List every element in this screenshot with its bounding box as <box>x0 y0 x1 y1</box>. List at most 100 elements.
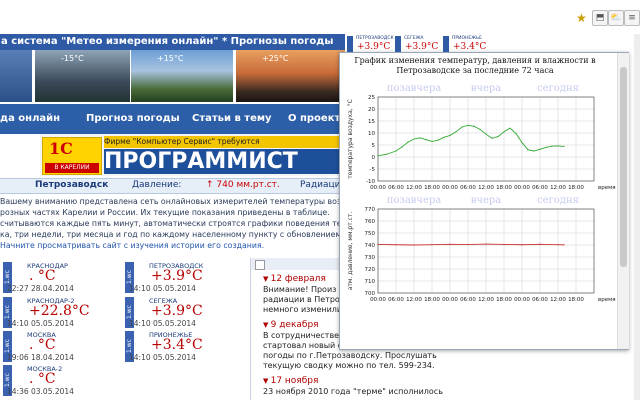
bookmark-star-icon[interactable]: ★ <box>576 12 587 24</box>
data-point <box>461 126 463 128</box>
data-point <box>377 155 379 157</box>
x-tick-label: 06:00 <box>532 185 548 191</box>
banner-title: а система "Метео измерения онлайн" * Про… <box>1 36 334 47</box>
photo-temp: +25°C <box>262 54 289 63</box>
intro-line-history-link[interactable]: Начните просматривать сайт с изучения ис… <box>0 240 345 251</box>
data-point <box>527 149 529 151</box>
news-date[interactable]: 12 февраля <box>263 274 326 284</box>
browser-menu-icon[interactable]: ≡ <box>624 10 640 26</box>
browser-toolbar: ★ ⬒ ⛅ ≡ <box>0 0 640 34</box>
day-label: позавчера <box>387 83 442 94</box>
station-temp: +22.8°C <box>29 303 90 319</box>
badge-name: ПРИОНЕЖЬЕ <box>452 36 483 41</box>
x-tick-label: 12:00 <box>406 185 422 191</box>
data-point <box>503 131 505 133</box>
badge-tag <box>395 36 401 52</box>
data-point <box>491 137 493 139</box>
y-tick-label: 25 <box>368 95 375 101</box>
meteo-extension-icon[interactable]: ⛅ <box>608 10 624 26</box>
y-tick-label: 15 <box>368 119 375 125</box>
y-tick-label: 740 <box>365 243 376 249</box>
station-card[interactable]: 1.wc КРАСНОДАР-2 +22.8°C 14:10 05.05.201… <box>3 297 113 328</box>
x-tick-label: 00:00 <box>442 185 458 191</box>
ad-strip: Фирме "Компьютер Сервис" требуются <box>104 136 345 148</box>
data-point <box>521 142 523 144</box>
data-point <box>425 139 427 141</box>
y-tick-label: 750 <box>365 231 376 237</box>
y-tick-label: 770 <box>365 207 376 213</box>
news-date[interactable]: 17 ноября <box>263 376 319 386</box>
data-point <box>386 153 388 155</box>
photo-strip: -15°C +15°C +25°C <box>0 50 345 102</box>
station-card[interactable]: 1.wc СЕГЕЖА +3.9°C 14:10 05.05.2014 <box>125 297 235 328</box>
news-line: текущую сводку можно по тел. 599-234. <box>263 361 435 370</box>
x-tick-label: 12:00 <box>478 185 494 191</box>
x-tick-label: 12:00 <box>550 297 566 303</box>
nav-online[interactable]: да онлайн <box>0 113 60 124</box>
day-label: сегодня <box>537 83 579 94</box>
station-card[interactable]: 1.wc МОСКВА-2 . °C 14:36 03.05.2014 <box>3 365 113 396</box>
station-card[interactable]: 1.wc КРАСНОДАР . °C 22:27 28.04.2014 <box>3 262 113 293</box>
station-time: 14:10 05.05.2014 <box>129 284 196 293</box>
station-card[interactable]: 1.wc МОСКВА . °C 19:06 18.04.2014 <box>3 331 113 362</box>
charts-svg: позавчера вчера сегодня-10-5051015202500:0… <box>347 83 616 303</box>
x-tick-label: 12:00 <box>550 185 566 191</box>
data-point <box>443 136 445 138</box>
data-point <box>455 131 457 133</box>
logo-sub: В КАРЕЛИИ <box>45 163 99 173</box>
advertisement-banner[interactable]: 1С В КАРЕЛИИ Фирме "Компьютер Сервис" тр… <box>40 134 345 176</box>
data-point <box>401 146 403 148</box>
nav-about[interactable]: О проект <box>288 113 340 124</box>
data-point <box>467 124 469 126</box>
badge-temp: +3.9°C <box>405 42 439 52</box>
station-time: 14:10 05.05.2014 <box>7 319 74 328</box>
news-date[interactable]: 9 декабря <box>263 320 319 330</box>
y-tick-label: 730 <box>365 255 376 261</box>
y-axis-label: атм. давление, мм.рт.ст. <box>347 212 354 291</box>
photo-cold: -15°C <box>35 50 130 102</box>
badge-name: СЕГЕЖА <box>404 36 424 41</box>
station-time: 19:06 18.04.2014 <box>7 353 74 362</box>
popup-scrollbar[interactable] <box>617 53 629 349</box>
nav-forecast[interactable]: Прогноз погоды <box>86 113 180 124</box>
station-time: 14:10 05.05.2014 <box>129 353 196 362</box>
day-label: вчера <box>471 83 502 94</box>
x-tick-label: 12:00 <box>406 297 422 303</box>
x-tick-label: 00:00 <box>370 297 386 303</box>
page-scrollbar[interactable] <box>634 34 640 400</box>
data-point <box>533 150 535 152</box>
data-point <box>449 134 451 136</box>
x-tick-label: 00:00 <box>370 185 386 191</box>
x-tick-label: 06:00 <box>388 185 404 191</box>
badge-tag <box>443 36 449 52</box>
data-point <box>413 244 415 246</box>
x-tick-label: 00:00 <box>514 297 530 303</box>
data-point <box>479 128 481 130</box>
station-card[interactable]: 1.wc ПЕТРОЗАВОДСК +3.9°C 14:10 05.05.201… <box>125 262 235 293</box>
data-point <box>449 243 451 245</box>
popup-scroll-thumb[interactable] <box>620 67 627 267</box>
extension-icon[interactable]: ⬒ <box>592 10 608 26</box>
station-card[interactable]: 1.wc ПРИОНЕЖЬЕ +3.4°C 14:10 05.05.2014 <box>125 331 235 362</box>
x-tick-label: 18:00 <box>424 185 440 191</box>
x-tick-label: 18:00 <box>496 185 512 191</box>
badge[interactable]: ПРИОНЕЖЬЕ +3.4°C <box>443 36 487 52</box>
y-tick-label: 720 <box>365 267 376 273</box>
data-point <box>497 136 499 138</box>
x-tick-label: 06:00 <box>460 297 476 303</box>
data-point <box>539 148 541 150</box>
badge[interactable]: ПЕТРОЗАВОДСК +3.9°C <box>347 36 394 52</box>
data-point <box>509 127 511 129</box>
data-point <box>551 145 553 147</box>
x-tick-label: 12:00 <box>478 297 494 303</box>
nav-articles[interactable]: Статьи в тему <box>192 113 272 124</box>
series-line <box>377 124 565 157</box>
x-tick-label: 18:00 <box>496 297 512 303</box>
data-point <box>419 137 421 139</box>
site-banner: а система "Метео измерения онлайн" * Про… <box>0 34 345 50</box>
checkbox-icon[interactable] <box>255 260 265 270</box>
y-tick-label: 0 <box>372 155 376 161</box>
meteo-popup: График изменения температур, давления и … <box>339 52 629 350</box>
info-row: Петрозаводск Давление: ↑ 740 мм.рт.ст. Р… <box>0 178 346 194</box>
badge[interactable]: СЕГЕЖА +3.9°C <box>395 36 439 52</box>
